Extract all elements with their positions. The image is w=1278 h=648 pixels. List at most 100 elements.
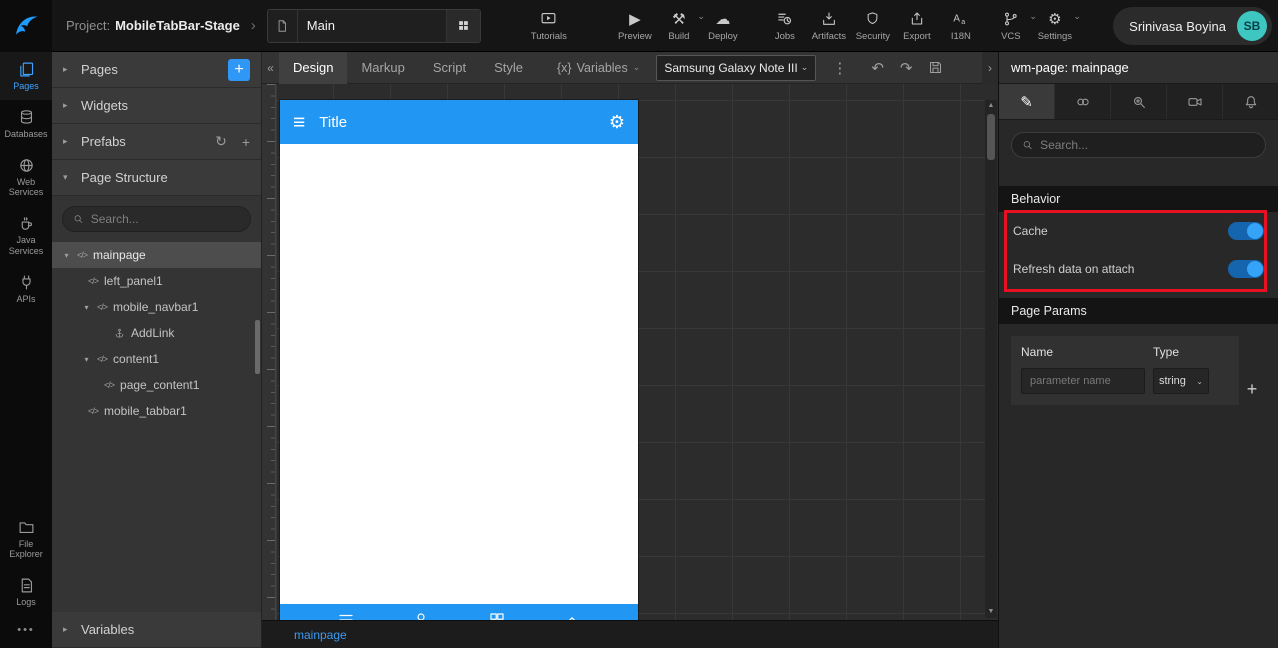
- coffee-cup-icon: [21, 217, 32, 230]
- tab-properties[interactable]: ✎: [999, 84, 1055, 119]
- accordion-variables[interactable]: ▸ Variables: [52, 612, 261, 648]
- rail-item-logs[interactable]: Logs: [0, 568, 52, 616]
- param-name-input[interactable]: [1021, 368, 1145, 394]
- refresh-prefabs-icon[interactable]: ↻: [215, 133, 227, 150]
- collapse-left-panel-button[interactable]: «: [262, 61, 279, 75]
- rail-item-file-explorer[interactable]: File Explorer: [0, 510, 52, 569]
- search-input[interactable]: [90, 212, 240, 226]
- rail-item-apis[interactable]: APIs: [0, 265, 52, 313]
- accordion-prefabs[interactable]: ▸ Prefabs ↻ +: [52, 124, 261, 160]
- redo-icon[interactable]: ↷: [900, 59, 913, 77]
- tree-item-label: AddLink: [131, 326, 175, 340]
- phone-preview[interactable]: ≡ Title ⚙: [280, 100, 638, 620]
- code-widget-icon: </>: [97, 354, 108, 364]
- topbar-action-tutorials[interactable]: Tutorials: [527, 0, 571, 52]
- chevron-down-icon: ⌄: [1073, 10, 1081, 21]
- scrollbar-thumb[interactable]: [987, 114, 995, 160]
- tab-advanced-search[interactable]: [1111, 84, 1167, 119]
- tree-item-page-content1[interactable]: </> page_content1: [52, 372, 261, 398]
- grid-view-icon[interactable]: [445, 9, 480, 42]
- grid-tab-icon[interactable]: [488, 611, 506, 620]
- tab-bindings[interactable]: [1055, 84, 1111, 119]
- scroll-down-icon[interactable]: ▼: [988, 606, 995, 618]
- add-prefab-icon[interactable]: +: [242, 134, 250, 150]
- topbar-action-deploy[interactable]: ☁ Deploy: [701, 0, 745, 52]
- rail-item-databases[interactable]: Databases: [0, 100, 52, 148]
- section-page-params: Page Params: [999, 298, 1278, 324]
- refresh-on-attach-toggle[interactable]: [1228, 260, 1264, 278]
- properties-search[interactable]: [1011, 132, 1266, 158]
- tab-style[interactable]: Style: [480, 52, 537, 84]
- page-params-table: Name Type string ⌄: [1011, 336, 1239, 405]
- mobile-tabbar-widget[interactable]: [280, 604, 638, 620]
- add-param-button[interactable]: +: [1239, 379, 1265, 405]
- user-tab-icon[interactable]: [412, 611, 430, 620]
- user-menu[interactable]: Srinivasa Boyina SB: [1113, 7, 1272, 45]
- link-rings-icon: [1076, 98, 1089, 105]
- variables-button[interactable]: {x} Variables ⌄: [557, 61, 640, 75]
- param-type-select[interactable]: string ⌄: [1153, 368, 1209, 394]
- rail-item-web-services[interactable]: Web Services: [0, 148, 52, 207]
- expand-right-panel-button[interactable]: ›: [982, 51, 998, 84]
- tree-item-left-panel1[interactable]: </> left_panel1: [52, 268, 261, 294]
- topbar-action-vcs[interactable]: VCS ⌄: [989, 0, 1037, 52]
- topbar-actions: Tutorials ▶ Preview ⚒ Build ⌄ ☁ Deploy J…: [501, 0, 1081, 52]
- tab-notifications[interactable]: [1223, 84, 1278, 119]
- tree-item-mainpage[interactable]: ▾ </> mainpage: [52, 242, 261, 268]
- tree-item-content1[interactable]: ▾ </> content1: [52, 346, 261, 372]
- rail-item-java-services[interactable]: Java Services: [0, 206, 52, 265]
- tab-markup[interactable]: Markup: [347, 52, 418, 84]
- tree-item-mobile-tabbar1[interactable]: </> mobile_tabbar1: [52, 398, 261, 424]
- page-title[interactable]: Title: [319, 114, 347, 131]
- more-options-icon[interactable]: •••: [0, 616, 52, 648]
- topbar-action-export[interactable]: Export: [895, 0, 939, 52]
- search-input[interactable]: [1040, 138, 1255, 152]
- canvas-scrollbar[interactable]: ▲ ▼: [985, 100, 997, 618]
- topbar-action-build[interactable]: ⚒ Build ⌄: [657, 0, 705, 52]
- topbar-action-artifacts[interactable]: Artifacts: [807, 0, 851, 52]
- list-tab-icon[interactable]: [337, 611, 355, 620]
- accordion-pages[interactable]: ▸ Pages +: [52, 52, 261, 88]
- page-selector[interactable]: Main: [266, 8, 481, 43]
- topbar-action-preview[interactable]: ▶ Preview: [613, 0, 657, 52]
- open-page-tab-mainpage[interactable]: mainpage: [294, 628, 347, 642]
- undo-icon[interactable]: ↶: [871, 59, 884, 77]
- page-structure-search[interactable]: [62, 206, 251, 232]
- save-icon[interactable]: [928, 60, 943, 75]
- mobile-navbar-widget[interactable]: ≡ Title ⚙: [280, 100, 638, 144]
- cloud-deploy-icon: ☁: [715, 10, 731, 28]
- tree-item-mobile-navbar1[interactable]: ▾ </> mobile_navbar1: [52, 294, 261, 320]
- gear-icon[interactable]: ⚙: [609, 112, 625, 133]
- topbar-action-settings[interactable]: ⚙ Settings ⌄: [1033, 0, 1081, 52]
- tree-item-addlink[interactable]: AddLink: [52, 320, 261, 346]
- device-select[interactable]: Samsung Galaxy Note III ⌄: [656, 54, 817, 81]
- accordion-page-structure[interactable]: ▾ Page Structure: [52, 160, 261, 196]
- avatar: SB: [1237, 11, 1267, 41]
- scroll-up-icon[interactable]: ▲: [988, 100, 995, 112]
- selected-page-name: Main: [306, 18, 335, 33]
- chevron-right-icon[interactable]: ›: [251, 17, 256, 34]
- wavemaker-logo-icon[interactable]: [0, 0, 52, 52]
- more-menu-icon[interactable]: ⋮: [832, 59, 847, 77]
- topbar-action-security[interactable]: Security: [851, 0, 895, 52]
- tree-scrollbar[interactable]: [255, 320, 260, 374]
- page-content-widget[interactable]: [280, 144, 638, 604]
- cache-toggle[interactable]: [1228, 222, 1264, 240]
- chevron-down-icon[interactable]: ▾: [82, 303, 91, 312]
- hamburger-menu-icon[interactable]: ≡: [293, 112, 305, 133]
- rail-item-pages[interactable]: Pages: [0, 52, 52, 100]
- tab-media[interactable]: [1167, 84, 1223, 119]
- topbar-action-jobs[interactable]: Jobs: [763, 0, 807, 52]
- topbar-action-i18n[interactable]: Aa I18N: [939, 0, 983, 52]
- chevron-down-icon: ⌄: [632, 62, 641, 72]
- arrow-up-tab-icon[interactable]: [563, 611, 581, 620]
- rail-label: File Explorer: [9, 538, 43, 560]
- chevron-down-icon[interactable]: ▾: [62, 251, 71, 260]
- design-canvas[interactable]: ≡ Title ⚙ ▲ ▼: [262, 84, 998, 620]
- chevron-right-icon: ▸: [63, 624, 68, 634]
- add-page-button[interactable]: +: [228, 58, 250, 81]
- chevron-down-icon[interactable]: ▾: [82, 355, 91, 364]
- tab-script[interactable]: Script: [419, 52, 480, 84]
- accordion-widgets[interactable]: ▸ Widgets: [52, 88, 261, 124]
- tab-design[interactable]: Design: [279, 51, 348, 84]
